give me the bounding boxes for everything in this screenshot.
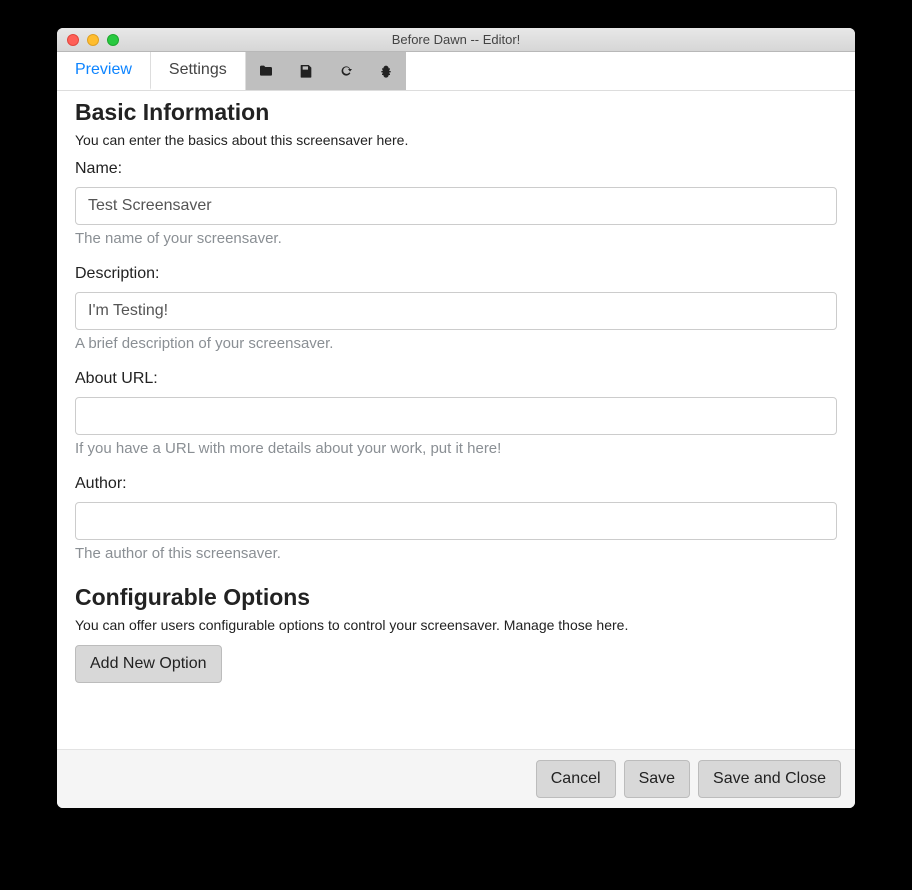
save-button[interactable]: Save	[624, 760, 690, 798]
description-field-group: Description: A brief description of your…	[75, 265, 837, 352]
configurable-options-section: Configurable Options You can offer users…	[75, 584, 837, 683]
save-and-close-button[interactable]: Save and Close	[698, 760, 841, 798]
name-hint: The name of your screensaver.	[75, 230, 837, 247]
footer: Cancel Save Save and Close	[57, 749, 855, 808]
minimize-window-button[interactable]	[87, 34, 99, 46]
options-sub: You can offer users configurable options…	[75, 617, 837, 633]
save-file-button[interactable]	[286, 52, 326, 90]
save-icon	[298, 63, 314, 79]
open-folder-button[interactable]	[246, 52, 286, 90]
about-url-field-group: About URL: If you have a URL with more d…	[75, 370, 837, 457]
reload-button[interactable]	[326, 52, 366, 90]
author-label: Author:	[75, 475, 837, 493]
tab-settings[interactable]: Settings	[151, 52, 246, 90]
name-field-group: Name: The name of your screensaver.	[75, 160, 837, 247]
content-area: Basic Information You can enter the basi…	[57, 91, 855, 749]
options-heading: Configurable Options	[75, 584, 837, 611]
tab-preview[interactable]: Preview	[57, 52, 151, 90]
window-title: Before Dawn -- Editor!	[57, 32, 855, 47]
add-new-option-button[interactable]: Add New Option	[75, 645, 222, 683]
titlebar: Before Dawn -- Editor!	[57, 28, 855, 52]
description-input[interactable]	[75, 292, 837, 330]
editor-window: Before Dawn -- Editor! Preview Settings …	[57, 28, 855, 808]
reload-icon	[338, 63, 354, 79]
name-input[interactable]	[75, 187, 837, 225]
description-label: Description:	[75, 265, 837, 283]
about-url-hint: If you have a URL with more details abou…	[75, 440, 837, 457]
name-label: Name:	[75, 160, 837, 178]
author-hint: The author of this screensaver.	[75, 545, 837, 562]
bug-icon	[378, 63, 394, 79]
close-window-button[interactable]	[67, 34, 79, 46]
author-input[interactable]	[75, 502, 837, 540]
basic-info-sub: You can enter the basics about this scre…	[75, 132, 837, 148]
window-controls	[57, 34, 119, 46]
about-url-label: About URL:	[75, 370, 837, 388]
basic-info-heading: Basic Information	[75, 99, 837, 126]
debug-button[interactable]	[366, 52, 406, 90]
folder-icon	[258, 63, 274, 79]
description-hint: A brief description of your screensaver.	[75, 335, 837, 352]
tabs-row: Preview Settings	[57, 52, 855, 91]
toolbar	[246, 52, 406, 90]
author-field-group: Author: The author of this screensaver.	[75, 475, 837, 562]
cancel-button[interactable]: Cancel	[536, 760, 616, 798]
maximize-window-button[interactable]	[107, 34, 119, 46]
content-spacer	[75, 683, 837, 729]
about-url-input[interactable]	[75, 397, 837, 435]
